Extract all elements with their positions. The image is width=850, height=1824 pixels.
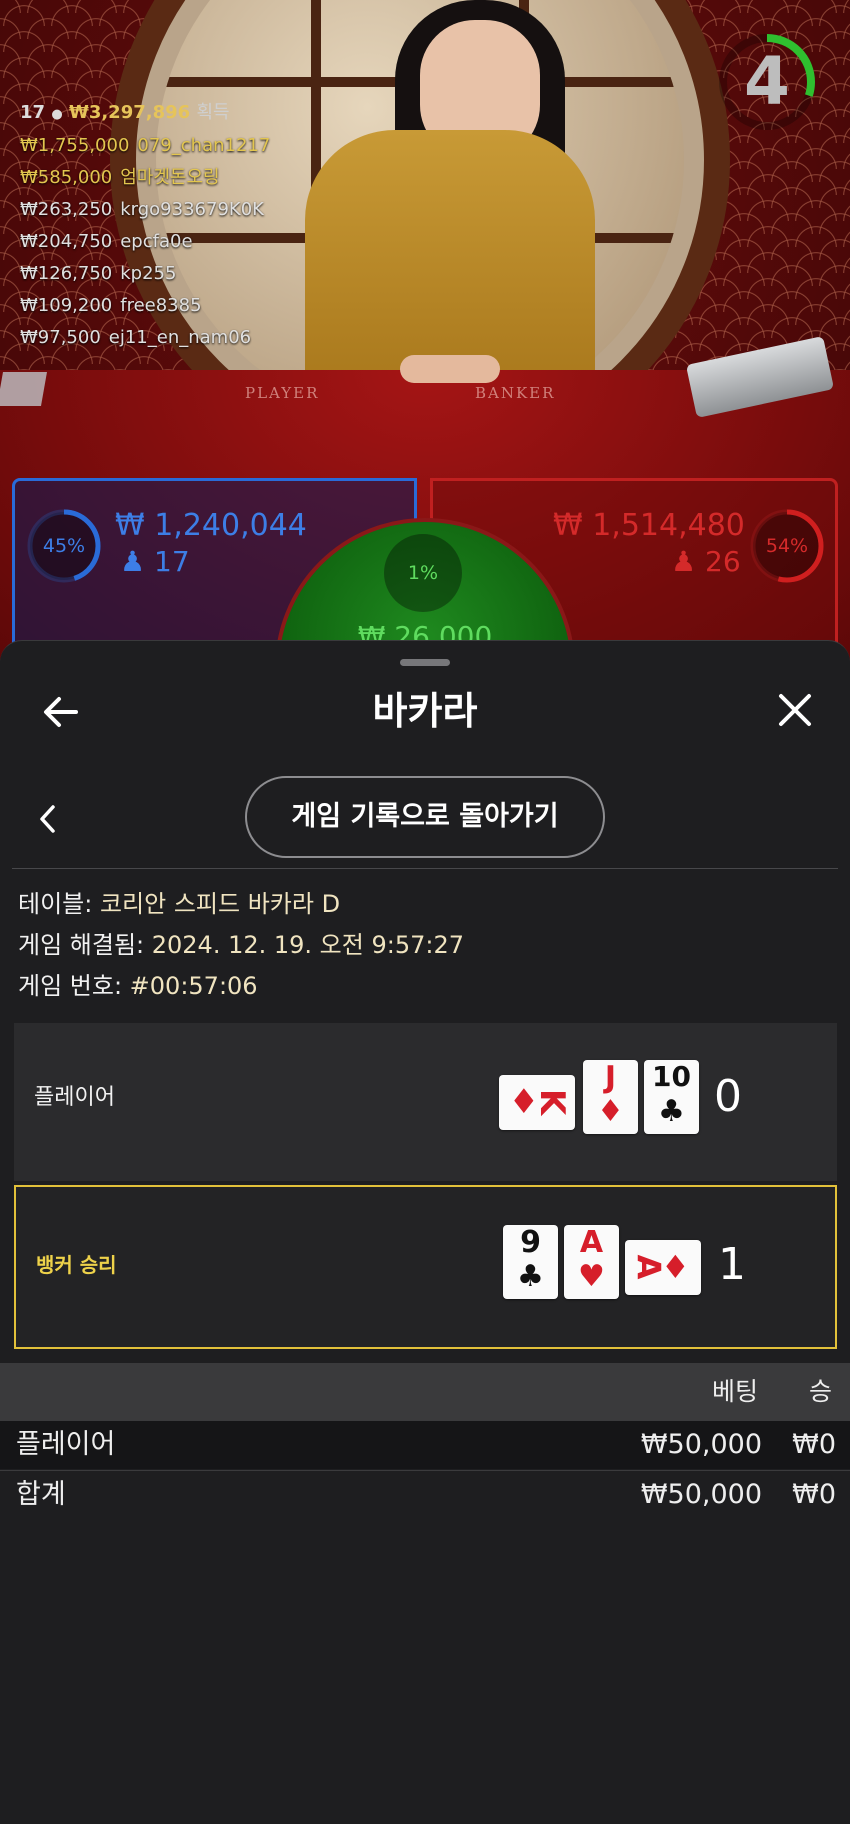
person-icon: ♟ — [671, 545, 697, 578]
player-hand-label: 플레이어 — [34, 1085, 115, 1110]
back-to-history-button[interactable]: 게임 기록으로 돌아가기 — [245, 776, 605, 858]
winner-name: epcfa0e — [120, 231, 193, 252]
player-bettor-count: 17 — [154, 545, 190, 578]
card-suit: ♥ — [578, 1259, 605, 1294]
meta-table: 테이블: 코리안 스피드 바카라 D — [18, 884, 340, 924]
meta-table-label: 테이블: — [18, 890, 100, 918]
person-icon: ● — [51, 107, 63, 122]
dealer-hands — [400, 355, 500, 383]
table-row-total: 합계 ₩50,000 ₩0 — [0, 1470, 850, 1519]
card-suit: ♣ — [517, 1259, 544, 1294]
felt-player-label: PLAYER — [245, 384, 320, 402]
winner-amount: ₩1,755,000 — [20, 135, 130, 156]
playing-card: 10 ♣ — [644, 1060, 699, 1134]
player-percent: 45% — [42, 535, 86, 557]
banker-bettors: ♟ 26 — [671, 545, 741, 578]
banker-percent-ring: 54% — [748, 507, 826, 585]
history-sheet: 바카라 게임 기록으로 돌아가기 테이블: 코리안 스피드 바카라 D 게임 해… — [0, 640, 850, 1824]
card-suit: ♣ — [658, 1094, 685, 1129]
dealer — [305, 130, 595, 390]
player-pool-amount: ₩ 1,240,044 — [115, 508, 307, 543]
banker-hand-label: 뱅커 승리 — [36, 1253, 117, 1277]
player-hand-row: 플레이어 ♦K J ♦ 10 ♣ 0 — [14, 1023, 837, 1181]
playing-card: J ♦ — [583, 1060, 638, 1134]
winner-amount: ₩263,250 — [20, 199, 113, 220]
winner-row: ₩204,750 epcfa0e — [20, 226, 270, 258]
meta-number-label: 게임 번호: — [18, 972, 130, 1000]
total-label: 합계 — [16, 1479, 66, 1510]
tie-percent: 1% — [407, 562, 439, 584]
close-icon[interactable] — [772, 687, 818, 733]
meta-game-number: 게임 번호: #00:57:06 — [18, 966, 258, 1006]
playing-card: A♦ — [625, 1240, 701, 1295]
sheet-title: 바카라 — [372, 689, 478, 733]
winner-row: ₩109,200 free8385 — [20, 290, 270, 322]
banker-bettor-count: 26 — [705, 545, 741, 578]
table-row: 플레이어 ₩50,000 ₩0 — [0, 1421, 850, 1469]
playing-card: A ♥ — [564, 1225, 619, 1299]
card-shoe-left — [0, 372, 47, 406]
meta-number-value: #00:57:06 — [129, 972, 258, 1000]
banker-score: 1 — [718, 1239, 746, 1290]
card-face: ♦K — [499, 1079, 575, 1125]
total-bet-amount: ₩50,000 — [640, 1479, 762, 1510]
playing-card: ♦K — [499, 1075, 575, 1130]
felt-banker-label: BANKER — [475, 384, 556, 402]
meta-table-value: 코리안 스피드 바카라 D — [99, 890, 341, 918]
winner-amount: ₩126,750 — [20, 263, 113, 284]
card-rank: A — [579, 1225, 604, 1260]
winners-label: 획득 — [196, 102, 230, 123]
player-percent-ring: 45% — [25, 507, 103, 585]
banker-percent: 54% — [765, 535, 809, 557]
divider — [12, 868, 838, 869]
winner-amount: ₩585,000 — [20, 167, 113, 188]
banker-hand-row: 뱅커 승리 9 ♣ A ♥ A♦ 1 — [14, 1185, 837, 1349]
winners-total: ₩3,297,896 — [68, 102, 191, 123]
meta-resolved: 게임 해결됨: 2024. 12. 19. 오전 9:57:27 — [18, 925, 464, 965]
win-column-header: 승 — [809, 1377, 833, 1406]
card-face: A♦ — [625, 1244, 701, 1290]
winners-list: 17 ● ₩3,297,896 획득 ₩1,755,000 079_chan121… — [20, 98, 270, 354]
bets-table-header: 베팅 승 — [0, 1363, 850, 1421]
winner-row: ₩585,000 엄마겟돈오링 — [20, 162, 270, 194]
winner-row: ₩126,750 kp255 — [20, 258, 270, 290]
countdown-timer: 4 — [715, 30, 819, 134]
person-icon: ♟ — [120, 545, 146, 578]
card-rank: J — [604, 1060, 617, 1095]
winner-amount: ₩109,200 — [20, 295, 113, 316]
meta-resolved-label: 게임 해결됨: — [18, 931, 152, 959]
winners-count: 17 — [20, 102, 46, 123]
winner-row: ₩97,500 ej11_en_nam06 — [20, 322, 270, 354]
winner-amount: ₩204,750 — [20, 231, 113, 252]
winner-name: 079_chan1217 — [137, 135, 271, 156]
player-score: 0 — [714, 1071, 742, 1122]
player-bettors: ♟ 17 — [120, 545, 190, 578]
timer-value: 4 — [744, 43, 790, 120]
banker-pool-amount: ₩ 1,514,480 — [553, 508, 745, 543]
winner-name: kp255 — [120, 263, 177, 284]
playing-card: 9 ♣ — [503, 1225, 558, 1299]
meta-resolved-value: 2024. 12. 19. 오전 9:57:27 — [151, 931, 464, 959]
chevron-left-icon[interactable] — [34, 799, 62, 839]
winners-header: 17 ● ₩3,297,896 획득 — [20, 98, 270, 124]
bet-amount: ₩50,000 — [640, 1429, 762, 1460]
total-win-amount: ₩0 — [792, 1479, 836, 1510]
winner-name: ej11_en_nam06 — [108, 327, 252, 348]
card-rank: K — [532, 1088, 573, 1116]
card-rank: 10 — [652, 1060, 691, 1093]
card-rank: 9 — [520, 1225, 541, 1260]
sheet-drag-handle[interactable] — [400, 659, 450, 666]
winner-name: 엄마겟돈오링 — [120, 167, 220, 188]
win-amount: ₩0 — [792, 1429, 836, 1460]
card-rank: A — [629, 1254, 668, 1280]
bet-column-header: 베팅 — [712, 1377, 759, 1406]
winner-amount: ₩97,500 — [20, 327, 101, 348]
winner-row: ₩1,755,000 079_chan1217 — [20, 130, 270, 162]
live-video: PLAYER BANKER 17 ● ₩3,297,896 획득 ₩1,755,… — [0, 0, 850, 660]
bet-name: 플레이어 — [16, 1429, 116, 1460]
winner-name: krgo933679K0K — [120, 199, 264, 220]
winner-name: free8385 — [120, 295, 202, 316]
winner-row: ₩263,250 krgo933679K0K — [20, 194, 270, 226]
card-suit: ♦ — [597, 1094, 624, 1129]
